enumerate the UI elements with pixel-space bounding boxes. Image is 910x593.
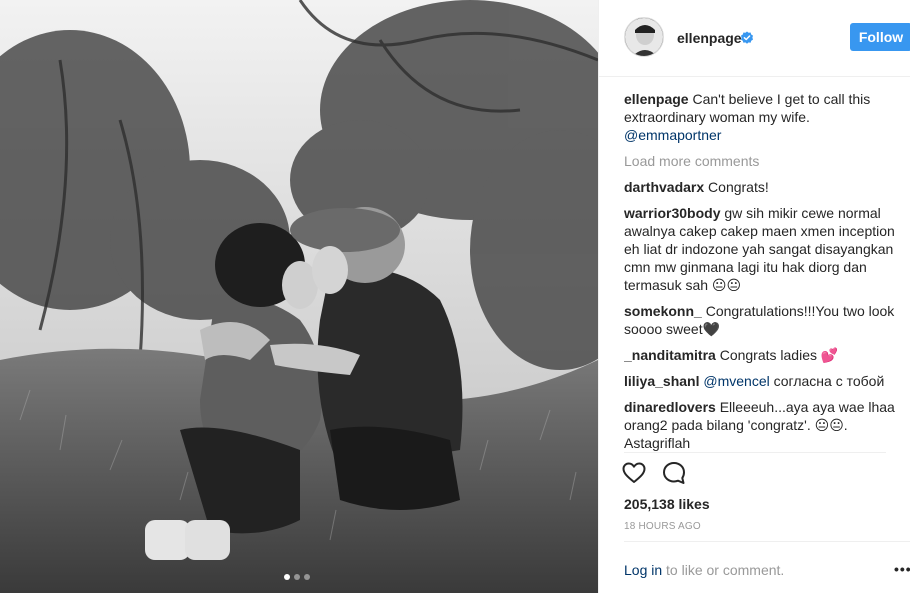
comment-username[interactable]: darthvadarx [624,179,704,195]
comment-username[interactable]: liliya_shanl [624,373,699,389]
login-prompt-text: to like or comment. [666,562,785,578]
post-side-panel: ellenpage Follow ellenpage Can't believe… [598,0,910,593]
caption-mention[interactable]: @emmaportner [624,127,721,143]
divider [624,541,910,542]
comment-username[interactable]: warrior30body [624,205,720,221]
list-item: _nanditamitra Congrats ladies 💕 [624,346,896,364]
comment-mention[interactable]: @mvencel [703,373,769,389]
header-username[interactable]: ellenpage [677,30,742,46]
comments-list: ellenpage Can't believe I get to call th… [624,90,896,452]
post-header: ellenpage Follow [599,0,910,77]
carousel-dot-active [284,574,290,580]
list-item: warrior30body gw sih mikir cewe normal a… [624,204,896,294]
login-link[interactable]: Log in [624,562,662,578]
follow-button[interactable]: Follow [850,23,910,51]
comment-username[interactable]: somekonn_ [624,303,702,319]
heart-icon[interactable] [621,460,647,486]
comment-username[interactable]: dinaredlovers [624,399,716,415]
divider [624,452,886,453]
carousel-dot [304,574,310,580]
post-timestamp[interactable]: 18 HOURS AGO [624,521,701,532]
comment-text: Congrats! [708,179,769,195]
list-item: dinaredlovers Elleeeuh...aya aya wae lha… [624,398,896,452]
comment-text: Congrats ladies 💕 [719,347,839,363]
more-options-icon[interactable]: ••• [894,561,910,577]
load-more-comments-button[interactable]: Load more comments [624,152,896,170]
login-prompt: Log in to like or comment. [624,562,784,578]
comment-username[interactable]: _nanditamitra [624,347,716,363]
comment-text: согласна с тобой [773,373,885,389]
carousel-dot [294,574,300,580]
caption-username[interactable]: ellenpage [624,91,689,107]
carousel-dots [284,574,310,580]
list-item: darthvadarx Congrats! [624,178,896,196]
photo-illustration [0,0,598,593]
list-item: liliya_shanl @mvencel согласна с тобой [624,372,896,390]
list-item: somekonn_ Congratulations!!!You two look… [624,302,896,338]
avatar[interactable] [624,17,664,57]
verified-badge-icon [741,31,753,44]
likes-count[interactable]: 205,138 likes [624,496,710,512]
caption: ellenpage Can't believe I get to call th… [624,90,896,144]
post-photo[interactable] [0,0,598,593]
post-actions [621,460,687,486]
comment-bubble-icon[interactable] [661,460,687,486]
avatar-image [625,18,663,56]
